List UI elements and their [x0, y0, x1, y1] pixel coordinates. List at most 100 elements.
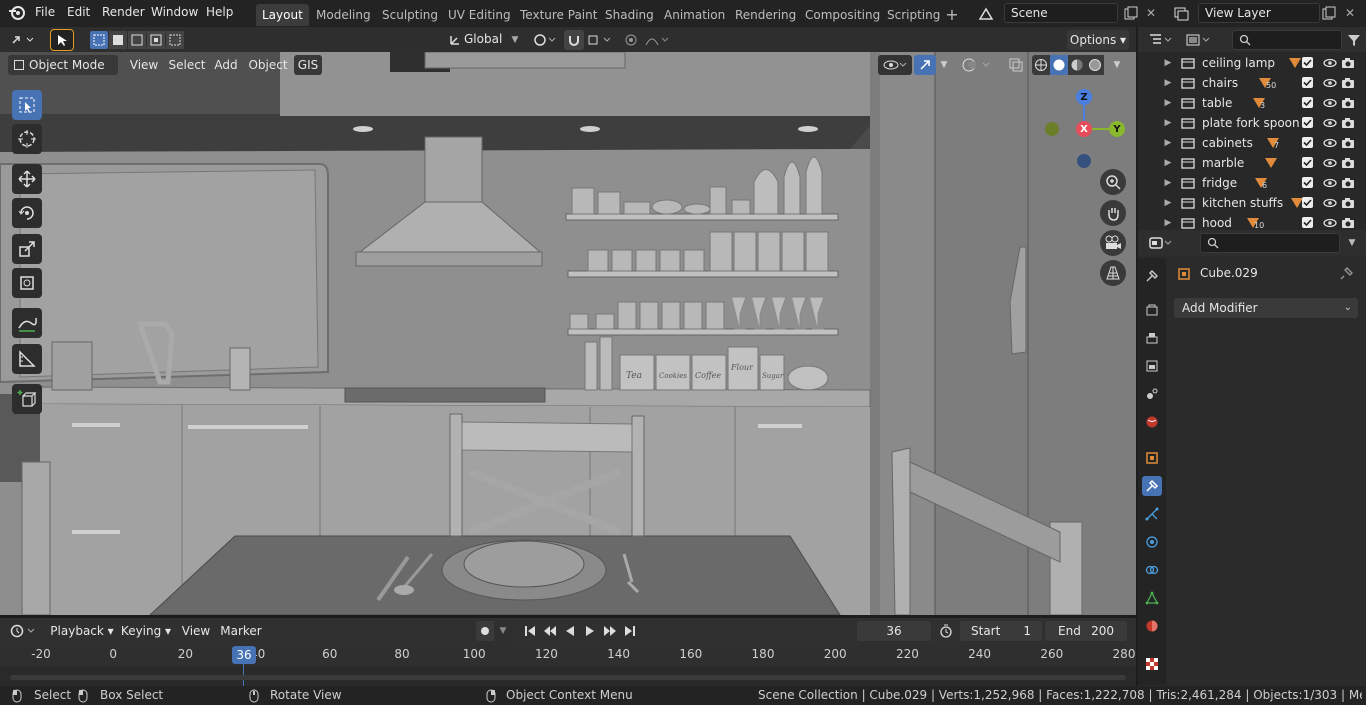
- navigation-gizmo[interactable]: Z X Y: [1040, 88, 1130, 178]
- eye-visibility-icon[interactable]: [1322, 215, 1338, 230]
- render-camera-icon[interactable]: [1340, 95, 1356, 111]
- select-box-tool-icon[interactable]: [12, 90, 42, 120]
- snap-toggle-icon[interactable]: [564, 30, 584, 50]
- gizmo-neg-z-axis[interactable]: [1077, 154, 1091, 168]
- expand-arrow-icon[interactable]: ▶: [1162, 56, 1174, 70]
- exclude-checkbox[interactable]: [1302, 197, 1313, 208]
- outliner-search-input[interactable]: [1232, 30, 1342, 50]
- menu-help[interactable]: Help: [206, 5, 233, 19]
- end-frame-field[interactable]: End 200: [1045, 621, 1127, 641]
- render-camera-icon[interactable]: [1340, 175, 1356, 191]
- render-tab-icon[interactable]: [1142, 300, 1162, 320]
- auto-keying-dropdown-icon[interactable]: ▼: [494, 621, 512, 641]
- tab-modeling[interactable]: Modeling: [310, 4, 377, 26]
- menu-object[interactable]: Object: [246, 55, 290, 75]
- shading-wireframe-icon[interactable]: [1032, 55, 1050, 75]
- render-camera-icon[interactable]: [1340, 135, 1356, 151]
- display-mode-icon[interactable]: [1184, 30, 1214, 50]
- eye-visibility-icon[interactable]: [1322, 95, 1338, 111]
- move-tool-icon[interactable]: [12, 164, 42, 194]
- gizmo-x-axis[interactable]: X: [1076, 121, 1092, 137]
- render-camera-icon[interactable]: [1340, 55, 1356, 71]
- eye-visibility-icon[interactable]: [1322, 175, 1338, 191]
- pin-icon[interactable]: [1338, 264, 1356, 282]
- jump-start-icon[interactable]: [520, 621, 540, 641]
- render-camera-icon[interactable]: [1340, 75, 1356, 91]
- proportional-edit-icon[interactable]: [622, 31, 640, 49]
- preview-range-clock-icon[interactable]: [936, 621, 956, 641]
- constraints-tab-icon[interactable]: [1142, 560, 1162, 580]
- texture-tab-icon[interactable]: [1142, 654, 1162, 674]
- expand-arrow-icon[interactable]: ▶: [1162, 196, 1174, 210]
- gizmo-dropdown-icon[interactable]: ▼: [936, 55, 952, 75]
- zoom-icon[interactable]: [1100, 169, 1126, 195]
- annotate-tool-icon[interactable]: [12, 308, 42, 338]
- gizmo-z-axis[interactable]: Z: [1076, 89, 1092, 105]
- record-icon[interactable]: [476, 621, 494, 641]
- current-frame-field[interactable]: 36: [857, 621, 931, 641]
- shading-rendered-icon[interactable]: [1086, 55, 1104, 75]
- menu-keying[interactable]: Keying ▾: [118, 621, 174, 641]
- expand-arrow-icon[interactable]: ▶: [1162, 176, 1174, 190]
- gizmo-toggle-icon[interactable]: [914, 55, 936, 75]
- render-camera-icon[interactable]: [1340, 115, 1356, 131]
- eye-visibility-icon[interactable]: [1322, 195, 1338, 211]
- selection-mode-intersect-icon[interactable]: [166, 31, 184, 49]
- outliner-row[interactable]: ▶ kitchen stuffs: [1138, 193, 1366, 213]
- visibility-eye-icon[interactable]: [878, 55, 912, 75]
- scene-name-field[interactable]: Scene: [1004, 3, 1118, 23]
- xray-toggle-icon[interactable]: [1006, 55, 1026, 75]
- world-tab-icon[interactable]: [1142, 412, 1162, 432]
- view-layer-tab-icon[interactable]: [1142, 356, 1162, 376]
- properties-options-icon[interactable]: ▼: [1342, 233, 1362, 253]
- jump-end-icon[interactable]: [620, 621, 640, 641]
- object-tab-icon[interactable]: [1142, 448, 1162, 468]
- outliner-row[interactable]: ▶ fridge 6: [1138, 173, 1366, 193]
- rotate-tool-icon[interactable]: [12, 198, 42, 228]
- gizmo-neg-y-axis[interactable]: [1045, 122, 1059, 136]
- scene-tab-icon[interactable]: [1142, 384, 1162, 404]
- expand-arrow-icon[interactable]: ▶: [1162, 156, 1174, 170]
- exclude-checkbox[interactable]: [1302, 57, 1313, 68]
- jump-keyframe-next-icon[interactable]: [600, 621, 620, 641]
- eye-visibility-icon[interactable]: [1322, 155, 1338, 171]
- selection-mode-subtract-icon[interactable]: [128, 31, 146, 49]
- delete-scene-icon[interactable]: ✕: [1143, 4, 1159, 22]
- menu-select[interactable]: Select: [167, 55, 207, 75]
- sidebar-toggle-icon[interactable]: ‹: [1127, 92, 1135, 104]
- modifier-tab-icon[interactable]: [1142, 476, 1162, 496]
- exclude-checkbox[interactable]: [1302, 217, 1313, 228]
- exclude-checkbox[interactable]: [1302, 77, 1313, 88]
- delete-view-layer-icon[interactable]: ✕: [1342, 4, 1358, 22]
- camera-view-icon[interactable]: [1100, 230, 1126, 256]
- filter-icon[interactable]: [1344, 30, 1364, 50]
- outliner-row[interactable]: ▶ table 3: [1138, 93, 1366, 113]
- play-reverse-icon[interactable]: [560, 621, 580, 641]
- add-cube-tool-icon[interactable]: [12, 384, 42, 414]
- outliner-row[interactable]: ▶ plate fork spoon: [1138, 113, 1366, 133]
- exclude-checkbox[interactable]: [1302, 117, 1313, 128]
- properties-editor-type-icon[interactable]: [1148, 233, 1174, 253]
- scene-icon[interactable]: [972, 4, 1000, 24]
- exclude-checkbox[interactable]: [1302, 157, 1313, 168]
- render-camera-icon[interactable]: [1340, 195, 1356, 211]
- start-frame-field[interactable]: Start 1: [960, 621, 1042, 641]
- tab-rendering[interactable]: Rendering: [729, 4, 802, 26]
- overlays-icon[interactable]: [958, 55, 996, 75]
- cursor-tool-icon[interactable]: [12, 124, 42, 154]
- tab-layout[interactable]: Layout: [256, 4, 309, 26]
- eye-visibility-icon[interactable]: [1322, 115, 1338, 131]
- ortho-grid-icon[interactable]: [1100, 260, 1126, 286]
- expand-arrow-icon[interactable]: ▶: [1162, 116, 1174, 130]
- outliner-row[interactable]: ▶ ceiling lamp: [1138, 53, 1366, 73]
- object-mode-dropdown[interactable]: Object Mode: [8, 55, 118, 75]
- shading-dropdown-icon[interactable]: ▼: [1106, 55, 1128, 75]
- render-camera-icon[interactable]: [1340, 215, 1356, 230]
- add-workspace-icon[interactable]: +: [944, 5, 960, 24]
- shading-material-icon[interactable]: [1068, 55, 1086, 75]
- gizmo-y-axis[interactable]: Y: [1109, 121, 1125, 137]
- exclude-checkbox[interactable]: [1302, 177, 1313, 188]
- exclude-checkbox[interactable]: [1302, 97, 1313, 108]
- view-layer-field[interactable]: View Layer: [1198, 3, 1320, 23]
- 3d-viewport[interactable]: Tea Cookies Coffee Flour Sugar Object Mo…: [0, 52, 1136, 615]
